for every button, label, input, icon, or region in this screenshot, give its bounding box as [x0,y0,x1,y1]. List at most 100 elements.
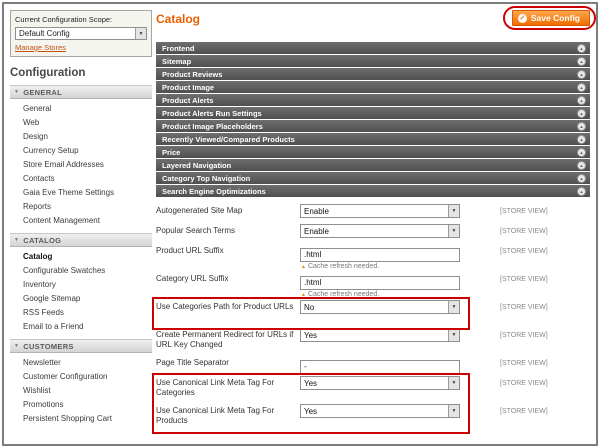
collapse-icon: ▲ [577,43,586,53]
accordion-product-alerts-run-settings[interactable]: Product Alerts Run Settings ▲ [156,107,590,119]
sidebar-item-configurable-swatches[interactable]: Configurable Swatches [10,263,152,277]
sidebar-item-promotions[interactable]: Promotions [10,397,152,411]
dropdown-arrow-icon: ▼ [448,377,459,389]
field-row-category-url-suffix: Category URL Suffix ▲ Cache refresh need… [156,272,590,300]
chevron-down-icon: ▼ [14,237,20,243]
autogenerated-site-map-select[interactable]: Enable ▼ [300,204,460,218]
field-label: Popular Search Terms [156,226,235,235]
sidebar-item-contacts[interactable]: Contacts [10,171,152,185]
seo-fields-panel: Autogenerated Site Map Enable ▼ [STORE V… [156,198,590,432]
select-value: Yes [304,330,318,340]
field-row-canonical-categories: Use Canonical Link Meta Tag For Categori… [156,376,590,404]
accordion-layered-navigation[interactable]: Layered Navigation ▲ [156,159,590,171]
sidebar-item-store-email-addresses[interactable]: Store Email Addresses [10,157,152,171]
sidebar-item-gaia-eve-theme-settings[interactable]: Gaia Eve Theme Settings [10,185,152,199]
sidebar-item-design[interactable]: Design [10,129,152,143]
dropdown-arrow-icon: ▼ [135,28,146,39]
field-label: Product URL Suffix [156,246,224,255]
canonical-products-select[interactable]: Yes ▼ [300,404,460,418]
field-row-autogenerated-site-map: Autogenerated Site Map Enable ▼ [STORE V… [156,204,590,224]
sidebar-item-customer-configuration[interactable]: Customer Configuration [10,369,152,383]
accordion-product-reviews[interactable]: Product Reviews ▲ [156,68,590,80]
sidebar-item-persistent-shopping-cart[interactable]: Persistent Shopping Cart [10,411,152,425]
collapse-icon: ▲ [577,82,586,92]
nav-items-customers: Newsletter Customer Configuration Wishli… [10,353,152,431]
cache-refresh-note: ▲ Cache refresh needed. [300,291,460,298]
field-label: Use Canonical Link Meta Tag For Products [156,406,275,426]
field-label: Use Categories Path for Product URLs [156,302,294,311]
scope-label: Current Configuration Scope: [15,15,113,24]
field-row-popular-search-terms: Popular Search Terms Enable ▼ [STORE VIE… [156,224,590,244]
dropdown-arrow-icon: ▼ [448,301,459,313]
use-categories-path-select[interactable]: No ▼ [300,300,460,314]
manage-stores-link[interactable]: Manage Stores [15,43,66,52]
note-text: Cache refresh needed. [307,291,380,298]
sidebar-item-catalog[interactable]: Catalog [10,249,152,263]
accordion-product-image-placeholders[interactable]: Product Image Placeholders ▲ [156,120,590,132]
nav-group-label: CATALOG [23,235,62,245]
dropdown-arrow-icon: ▼ [448,225,459,237]
select-value: Enable [304,226,329,236]
sidebar-item-rss-feeds[interactable]: RSS Feeds [10,305,152,319]
sidebar-item-wishlist[interactable]: Wishlist [10,383,152,397]
dropdown-arrow-icon: ▼ [448,329,459,341]
scope-panel: Current Configuration Scope: Default Con… [10,10,152,57]
note-text: Cache refresh needed. [307,263,380,270]
product-url-suffix-input[interactable] [300,247,460,262]
store-view-scope: [STORE VIEW] [500,360,548,367]
sidebar-item-currency-setup[interactable]: Currency Setup [10,143,152,157]
collapse-icon: ▲ [577,186,586,196]
field-label: Use Canonical Link Meta Tag For Categori… [156,378,275,398]
collapse-icon: ▲ [577,173,586,183]
nav-group-label: CUSTOMERS [23,341,74,351]
sidebar-item-general[interactable]: General [10,101,152,115]
sidebar-item-reports[interactable]: Reports [10,199,152,213]
save-config-label: Save Config [530,13,580,23]
nav-group-general[interactable]: ▼ GENERAL [10,85,152,99]
sidebar-item-content-management[interactable]: Content Management [10,213,152,227]
main-content: Catalog ✓ Save Config Frontend ▲ Sitemap… [156,10,590,440]
field-row-permanent-redirect: Create Permanent Redirect for URLs if UR… [156,328,590,356]
accordion-price[interactable]: Price ▲ [156,146,590,158]
sidebar-item-inventory[interactable]: Inventory [10,277,152,291]
scope-select-value: Default Config [19,29,70,38]
sidebar-title: Configuration [10,67,86,79]
chevron-down-icon: ▼ [14,343,20,349]
category-url-suffix-input[interactable] [300,275,460,290]
select-value: Yes [304,378,318,388]
warning-icon: ▲ [301,263,306,270]
store-view-scope: [STORE VIEW] [500,304,548,311]
store-view-scope: [STORE VIEW] [500,276,548,283]
save-config-button[interactable]: ✓ Save Config [511,10,590,26]
page-title: Catalog [156,12,201,26]
sidebar-item-email-to-a-friend[interactable]: Email to a Friend [10,319,152,333]
sidebar-item-web[interactable]: Web [10,115,152,129]
nav-items-general: General Web Design Currency Setup Store … [10,99,152,233]
accordion-recently-viewed-compared-products[interactable]: Recently Viewed/Compared Products ▲ [156,133,590,145]
store-view-scope: [STORE VIEW] [500,208,548,215]
dropdown-arrow-icon: ▼ [448,205,459,217]
accordion-sitemap[interactable]: Sitemap ▲ [156,55,590,67]
accordion-product-image[interactable]: Product Image ▲ [156,81,590,93]
popular-search-terms-select[interactable]: Enable ▼ [300,224,460,238]
store-view-scope: [STORE VIEW] [500,408,548,415]
field-label: Create Permanent Redirect for URLs if UR… [156,330,294,350]
accordion-search-engine-optimizations[interactable]: Search Engine Optimizations ▲ [156,185,590,197]
nav-group-catalog[interactable]: ▼ CATALOG [10,233,152,247]
sidebar-item-newsletter[interactable]: Newsletter [10,355,152,369]
page-title-separator-input[interactable] [300,359,460,374]
scope-select[interactable]: Default Config ▼ [15,27,147,40]
nav-group-customers[interactable]: ▼ CUSTOMERS [10,339,152,353]
permanent-redirect-select[interactable]: Yes ▼ [300,328,460,342]
collapse-icon: ▲ [577,108,586,118]
accordion-product-alerts[interactable]: Product Alerts ▲ [156,94,590,106]
field-label: Page Title Separator [156,358,229,367]
sidebar-item-google-sitemap[interactable]: Google Sitemap [10,291,152,305]
field-row-product-url-suffix: Product URL Suffix ▲ Cache refresh neede… [156,244,590,272]
accordion-frontend[interactable]: Frontend ▲ [156,42,590,54]
select-value: Enable [304,206,329,216]
store-view-scope: [STORE VIEW] [500,332,548,339]
accordion-category-top-navigation[interactable]: Category Top Navigation ▲ [156,172,590,184]
canonical-categories-select[interactable]: Yes ▼ [300,376,460,390]
nav-items-catalog: Catalog Configurable Swatches Inventory … [10,247,152,339]
